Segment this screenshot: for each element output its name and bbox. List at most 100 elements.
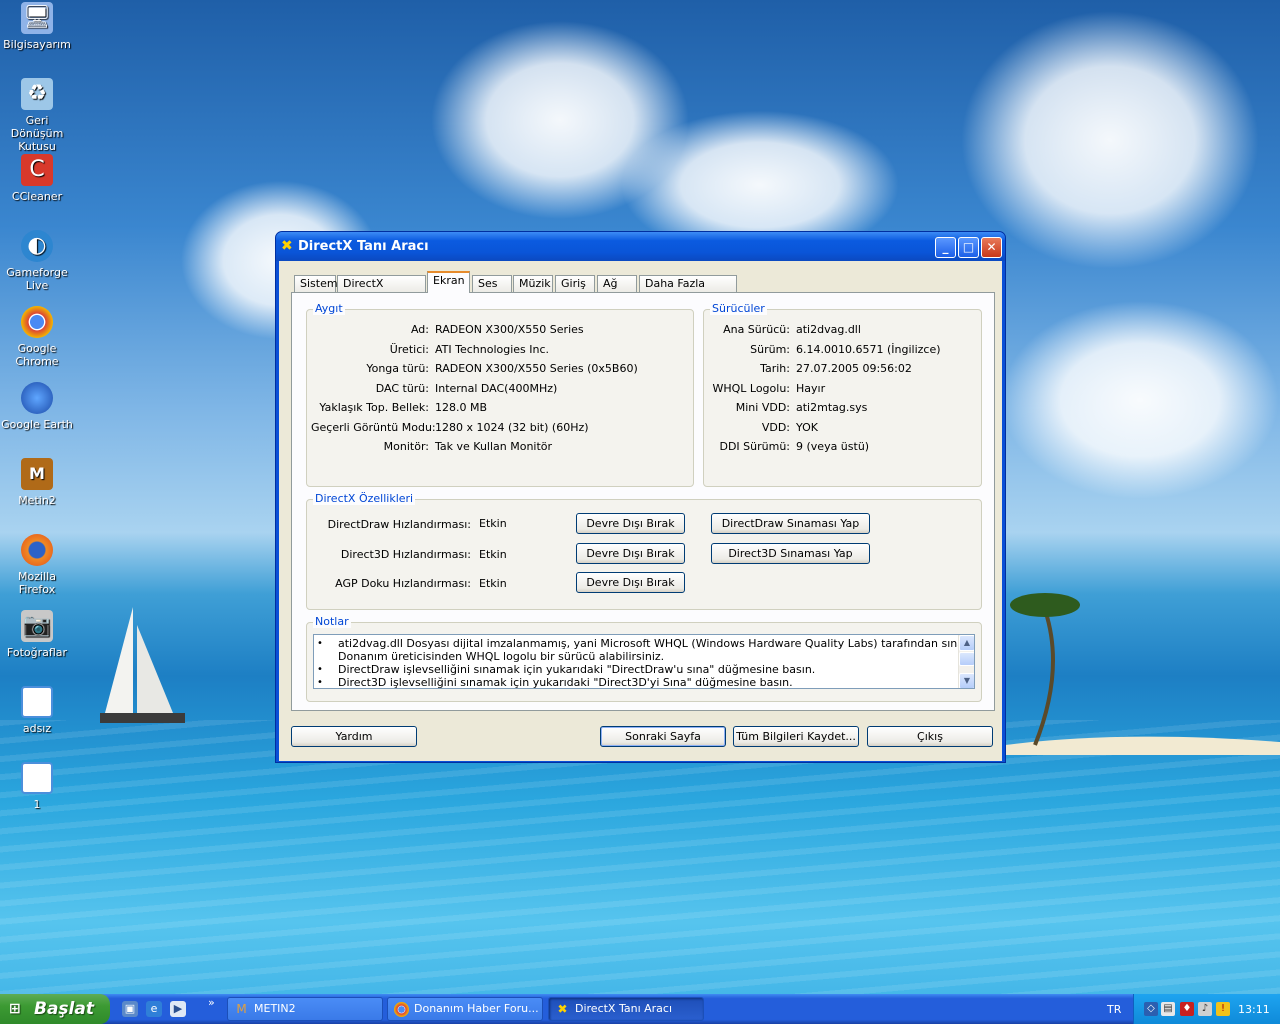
features-group-title: DirectX Özellikleri — [313, 492, 416, 505]
desktop-icon-recycle-bin[interactable]: ♻ Geri Dönüşüm Kutusu — [0, 78, 74, 153]
drivers-group: Sürücüler Ana Sürücü: ati2dvag.dll Sürüm… — [703, 303, 982, 487]
desktop-icon-firefox[interactable]: Mozilla Firefox — [0, 534, 74, 596]
show-desktop-icon[interactable]: ▣ — [122, 1001, 138, 1017]
device-value: Internal DAC(400MHz) — [435, 382, 558, 395]
desktop-icon-label: adsız — [22, 722, 52, 735]
device-value: 128.0 MB — [435, 401, 488, 414]
next-page-button[interactable]: Sonraki Sayfa — [600, 726, 726, 747]
directx-icon: ✖ — [557, 1002, 568, 1016]
tab-ses[interactable]: Ses — [472, 275, 512, 292]
task-directx[interactable]: ✖ DirectX Tanı Aracı — [548, 997, 704, 1021]
scroll-thumb[interactable] — [959, 652, 974, 666]
desktop-icon-chrome[interactable]: Google Chrome — [0, 306, 74, 368]
task-label: DirectX Tanı Aracı — [575, 1002, 673, 1015]
desktop-icon-image-1[interactable]: 1 — [0, 762, 74, 811]
directdraw-test-button[interactable]: DirectDraw Sınaması Yap — [711, 513, 870, 534]
chrome-icon — [394, 1002, 409, 1017]
desktop-icon-photos[interactable]: 📷 Fotoğraflar — [0, 610, 74, 659]
notes-group-title: Notlar — [313, 615, 351, 628]
task-metin2[interactable]: M METIN2 — [227, 997, 383, 1021]
desktop-icon-label: 1 — [33, 798, 41, 811]
desktop-icon-image-adsiz[interactable]: adsız — [0, 686, 74, 735]
scroll-up-arrow-icon[interactable]: ▲ — [959, 635, 974, 651]
minimize-button[interactable]: _ — [935, 237, 956, 258]
tab-ekran[interactable]: Ekran — [427, 271, 470, 293]
task-label: Donanım Haber Foru... — [414, 1002, 539, 1015]
feature-status: Etkin — [479, 577, 507, 590]
desktop-icon-google-earth[interactable]: Google Earth — [0, 382, 74, 431]
device-label: Yonga türü: — [366, 362, 429, 375]
window-title: DirectX Tanı Aracı — [298, 239, 429, 254]
task-label: METIN2 — [254, 1002, 296, 1015]
image-file-icon — [21, 762, 53, 794]
desktop-icon-label: CCleaner — [11, 190, 63, 203]
exit-button[interactable]: Çıkış — [867, 726, 993, 747]
driver-label: DDI Sürümü: — [719, 440, 790, 453]
driver-value: 9 (veya üstü) — [796, 440, 870, 453]
network-icon[interactable]: ◇ — [1144, 1002, 1158, 1016]
save-all-button[interactable]: Tüm Bilgileri Kaydet... — [733, 726, 859, 747]
driver-label: Mini VDD: — [735, 401, 790, 414]
title-bar[interactable]: ✖ DirectX Tanı Aracı _ □ ✕ — [276, 232, 1005, 261]
scroll-down-arrow-icon[interactable]: ▼ — [959, 673, 974, 688]
device-label: Üretici: — [389, 343, 429, 356]
ekran-panel: Aygıt Ad: RADEON X300/X550 Series Üretic… — [291, 292, 995, 711]
help-button[interactable]: Yardım — [291, 726, 417, 747]
display-icon[interactable]: ▤ — [1161, 1002, 1175, 1016]
feature-status: Etkin — [479, 548, 507, 561]
desktop-icon-metin2[interactable]: M Metin2 — [0, 458, 74, 507]
task-chrome[interactable]: Donanım Haber Foru... — [387, 997, 543, 1021]
notes-scrollbar[interactable]: ▲ ▼ — [958, 635, 974, 688]
notes-textbox[interactable]: • ati2dvag.dll Dosyası dijital imzalanma… — [313, 634, 975, 689]
directx-window: ✖ DirectX Tanı Aracı _ □ ✕ Sistem Direct… — [275, 231, 1006, 763]
taskbar: ⊞ Başlat ▣ e ▶ » M METIN2 Donanım Haber … — [0, 994, 1280, 1024]
desktop-icon-label: Mozilla Firefox — [18, 570, 56, 596]
directx-features-group: DirectX Özellikleri DirectDraw Hızlandır… — [306, 493, 982, 610]
google-earth-icon — [21, 382, 53, 414]
desktop-icon-label: Geri Dönüşüm Kutusu — [10, 114, 64, 153]
tab-giris[interactable]: Giriş — [555, 275, 595, 292]
device-label: Yaklaşık Top. Bellek: — [319, 401, 429, 414]
tab-more-help[interactable]: Daha Fazla Yardım — [639, 275, 737, 305]
desktop-icon-my-computer[interactable]: 🖥 Bilgisayarım — [0, 2, 74, 51]
clock[interactable]: 13:11 — [1238, 1003, 1270, 1016]
device-label: Ad: — [410, 323, 429, 336]
tab-ag[interactable]: Ağ — [597, 275, 637, 292]
chrome-icon — [21, 306, 53, 338]
internet-explorer-icon[interactable]: e — [146, 1001, 162, 1017]
start-button[interactable]: ⊞ Başlat — [0, 994, 110, 1024]
notes-group: Notlar • ati2dvag.dll Dosyası dijital im… — [306, 616, 982, 702]
language-indicator[interactable]: TR — [1107, 1003, 1121, 1016]
ccleaner-icon: C — [21, 154, 53, 186]
tab-muzik[interactable]: Müzik — [513, 275, 553, 292]
driver-label: Tarih: — [760, 362, 790, 375]
island-image — [1005, 593, 1280, 755]
drivers-group-title: Sürücüler — [710, 302, 767, 315]
desktop-icon-label: Google Chrome — [15, 342, 59, 368]
feature-status: Etkin — [479, 517, 507, 530]
security-alert-icon[interactable]: ! — [1216, 1002, 1230, 1016]
sailboat-image — [100, 607, 185, 723]
my-computer-icon: 🖥 — [21, 2, 53, 34]
driver-value: YOK — [796, 421, 818, 434]
antivirus-icon[interactable]: ♦ — [1180, 1002, 1194, 1016]
maximize-button[interactable]: □ — [958, 237, 979, 258]
disable-agp-button[interactable]: Devre Dışı Bırak — [576, 572, 685, 593]
desktop-icon-label: Metin2 — [18, 494, 56, 507]
disable-directdraw-button[interactable]: Devre Dışı Bırak — [576, 513, 685, 534]
close-button[interactable]: ✕ — [981, 237, 1002, 258]
media-player-icon[interactable]: ▶ — [170, 1001, 186, 1017]
speaker-icon[interactable]: ♪ — [1198, 1002, 1212, 1016]
device-value: Tak ve Kullan Monitör — [435, 440, 553, 453]
start-label: Başlat — [34, 999, 94, 1019]
tab-sistem[interactable]: Sistem — [294, 275, 338, 292]
quicklaunch-chevron-icon[interactable]: » — [208, 996, 215, 1009]
driver-value: 6.14.0010.6571 (İngilizce) — [796, 343, 941, 356]
desktop-icon-gameforge[interactable]: ◐ Gameforge Live — [0, 230, 74, 292]
tab-directx-files[interactable]: DirectX Dosyaları — [337, 275, 426, 305]
driver-value: ati2mtag.sys — [796, 401, 868, 414]
disable-direct3d-button[interactable]: Devre Dışı Bırak — [576, 543, 685, 564]
feature-label: Direct3D Hızlandırması: — [340, 548, 471, 561]
direct3d-test-button[interactable]: Direct3D Sınaması Yap — [711, 543, 870, 564]
desktop-icon-ccleaner[interactable]: C CCleaner — [0, 154, 74, 203]
